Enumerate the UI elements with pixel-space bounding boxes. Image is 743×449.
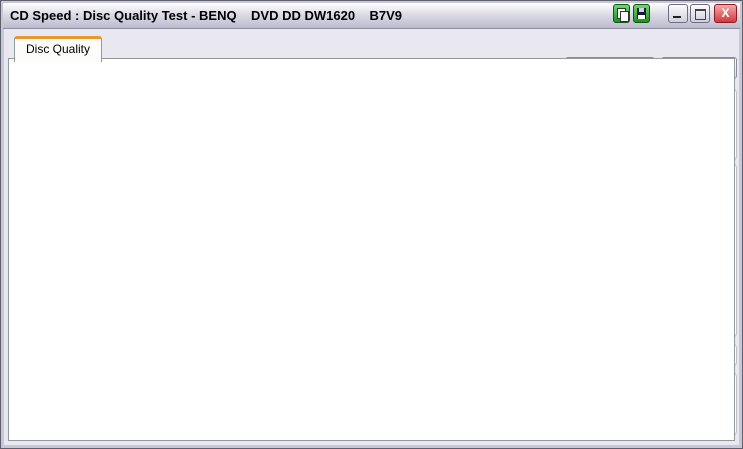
floppy-icon: [637, 8, 646, 19]
minimize-button[interactable]: [668, 4, 688, 23]
close-button[interactable]: X: [714, 4, 737, 23]
copy-sheet-front-icon: [620, 11, 629, 22]
tab-panel: [8, 58, 735, 441]
window-title: CD Speed : Disc Quality Test - BENQ DVD …: [10, 8, 403, 23]
tab-disc-quality[interactable]: Disc Quality: [14, 36, 102, 62]
app-window: CD Speed : Disc Quality Test - BENQ DVD …: [0, 0, 743, 449]
maximize-button[interactable]: [690, 4, 710, 23]
save-icon[interactable]: [633, 4, 650, 23]
copy-icon[interactable]: [613, 4, 630, 23]
